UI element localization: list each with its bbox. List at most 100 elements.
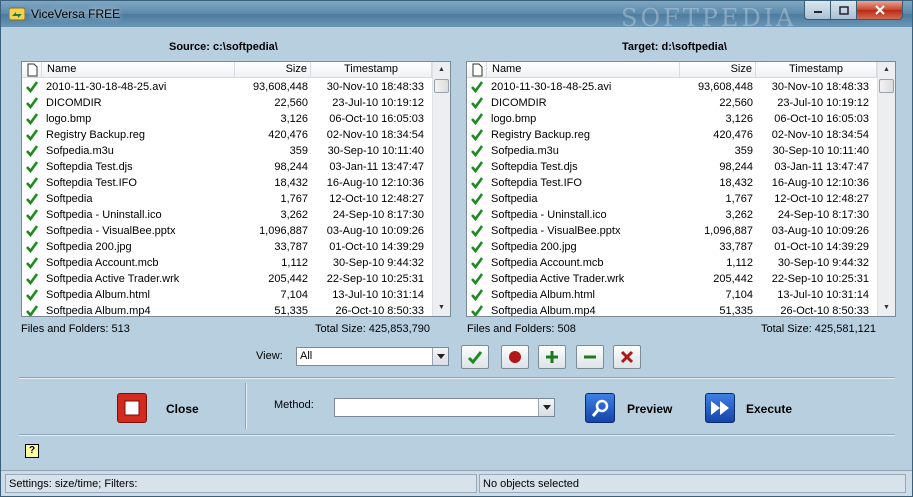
filter-equal-button[interactable]	[461, 345, 489, 369]
circle-icon	[509, 351, 521, 363]
table-row[interactable]: Softpedia - Uninstall.ico 3,262 24-Sep-10 …	[467, 207, 877, 223]
header-size[interactable]: Size	[235, 62, 311, 78]
file-timestamp: 26-Oct-10 8:50:33	[780, 305, 869, 317]
file-name: Softpedia	[491, 193, 538, 205]
check-icon	[26, 81, 38, 93]
filter-missing-button[interactable]	[576, 345, 604, 369]
filter-different-button[interactable]	[501, 345, 529, 369]
table-row[interactable]: DICOMDIR 22,560 23-Jul-10 10:19:12	[467, 95, 877, 111]
file-size: 3,262	[280, 209, 308, 221]
header-timestamp[interactable]: Timestamp	[311, 62, 432, 78]
header-name[interactable]: Name	[42, 62, 235, 78]
help-icon[interactable]: ?	[25, 444, 39, 458]
separator-top	[19, 377, 895, 379]
scroll-thumb[interactable]	[434, 79, 449, 93]
table-row[interactable]: Softpedia Active Trader.wrk 205,442 22-Sep…	[467, 271, 877, 287]
header-icon-column[interactable]	[467, 62, 487, 78]
file-name: Softpedia - VisualBee.pptx	[46, 225, 176, 237]
close-button-icon[interactable]	[117, 393, 147, 423]
preview-button-icon[interactable]	[585, 393, 615, 423]
table-row[interactable]: Softpedia Album.mp4 51,335 26-Oct-10 8:50:…	[22, 303, 432, 316]
table-row[interactable]: Softpedia Album.html 7,104 13-Jul-10 10:31…	[22, 287, 432, 303]
header-size[interactable]: Size	[680, 62, 756, 78]
check-icon	[26, 193, 38, 205]
file-name: Sofpedia.m3u	[491, 145, 559, 157]
file-timestamp: 16-Aug-10 12:10:36	[326, 177, 424, 189]
check-icon	[26, 289, 38, 301]
table-row[interactable]: Softpedia 200.jpg 33,787 01-Oct-10 14:39:2…	[22, 239, 432, 255]
minimize-button[interactable]	[804, 1, 831, 20]
check-icon	[471, 113, 483, 125]
scroll-up-arrow[interactable]: ▲	[878, 62, 895, 78]
file-size: 7,104	[280, 289, 308, 301]
table-row[interactable]: Softepdia Test.IFO 18,432 16-Aug-10 12:10:…	[467, 175, 877, 191]
close-button[interactable]: Close	[166, 402, 199, 416]
table-row[interactable]: Softpedia - VisualBee.pptx 1,096,887 03-Au…	[22, 223, 432, 239]
check-icon	[471, 193, 483, 205]
target-scrollbar[interactable]: ▲ ▼	[877, 62, 895, 316]
table-row[interactable]: Registry Backup.reg 420,476 02-Nov-10 18:3…	[22, 127, 432, 143]
table-row[interactable]: Softpedia - Uninstall.ico 3,262 24-Sep-10 …	[22, 207, 432, 223]
source-scrollbar[interactable]: ▲ ▼	[432, 62, 450, 316]
file-size: 98,244	[274, 161, 308, 173]
preview-button[interactable]: Preview	[627, 402, 672, 416]
table-row[interactable]: 2010-11-30-18-48-25.avi 93,608,448 30-Nov-…	[22, 79, 432, 95]
filter-new-button[interactable]	[538, 345, 566, 369]
table-row[interactable]: Sofpedia.m3u 359 30-Sep-10 10:11:40	[22, 143, 432, 159]
table-row[interactable]: Softpedia Account.mcb 1,112 30-Sep-10 9:44…	[467, 255, 877, 271]
file-size: 98,244	[719, 161, 753, 173]
table-row[interactable]: Softepdia Test.djs 98,244 03-Jan-11 13:47:…	[22, 159, 432, 175]
target-file-list[interactable]: Name Size Timestamp 2010-11-30-18-48-25.…	[466, 61, 896, 317]
filter-exclude-button[interactable]	[613, 345, 641, 369]
header-timestamp[interactable]: Timestamp	[756, 62, 877, 78]
table-row[interactable]: logo.bmp 3,126 06-Oct-10 16:05:03	[22, 111, 432, 127]
source-file-list[interactable]: Name Size Timestamp 2010-11-30-18-48-25.…	[21, 61, 451, 317]
table-row[interactable]: Softpedia Album.html 7,104 13-Jul-10 10:31…	[467, 287, 877, 303]
source-list-header: Name Size Timestamp	[22, 62, 432, 78]
file-timestamp: 30-Sep-10 9:44:32	[777, 257, 869, 269]
file-size: 18,432	[274, 177, 308, 189]
table-row[interactable]: logo.bmp 3,126 06-Oct-10 16:05:03	[467, 111, 877, 127]
title-bar[interactable]: ViceVersa FREE SOFTPEDIA	[1, 1, 912, 32]
maximize-button[interactable]	[830, 1, 857, 20]
file-name: Softpedia 200.jpg	[491, 241, 577, 253]
file-size: 1,096,887	[704, 225, 753, 237]
table-row[interactable]: Softpedia 200.jpg 33,787 01-Oct-10 14:39:2…	[467, 239, 877, 255]
check-icon	[26, 209, 38, 221]
table-row[interactable]: Sofpedia.m3u 359 30-Sep-10 10:11:40	[467, 143, 877, 159]
check-icon	[471, 225, 483, 237]
file-name: Sofpedia.m3u	[46, 145, 114, 157]
table-row[interactable]: Softepdia Test.IFO 18,432 16-Aug-10 12:10:…	[22, 175, 432, 191]
view-select[interactable]: All	[296, 347, 449, 366]
scroll-down-arrow[interactable]: ▼	[878, 300, 895, 316]
table-row[interactable]: 2010-11-30-18-48-25.avi 93,608,448 30-Nov-…	[467, 79, 877, 95]
execute-button[interactable]: Execute	[746, 402, 792, 416]
chevron-down-icon[interactable]	[432, 348, 448, 365]
table-row[interactable]: Softpedia - VisualBee.pptx 1,096,887 03-Au…	[467, 223, 877, 239]
file-name: Softpedia Album.mp4	[491, 305, 596, 317]
table-row[interactable]: Softepdia Test.djs 98,244 03-Jan-11 13:47:…	[467, 159, 877, 175]
file-name: logo.bmp	[491, 113, 537, 125]
header-icon-column[interactable]	[22, 62, 42, 78]
table-row[interactable]: Softpedia 1,767 12-Oct-10 12:48:27	[22, 191, 432, 207]
scroll-down-arrow[interactable]: ▼	[433, 300, 450, 316]
close-window-button[interactable]	[856, 1, 903, 20]
table-row[interactable]: Softpedia Album.mp4 51,335 26-Oct-10 8:50:…	[467, 303, 877, 317]
file-name: Softpedia Active Trader.wrk	[491, 273, 625, 285]
scroll-thumb[interactable]	[879, 79, 894, 93]
file-name: Softpedia Active Trader.wrk	[46, 273, 180, 285]
scroll-up-arrow[interactable]: ▲	[433, 62, 450, 78]
method-select[interactable]	[334, 398, 555, 417]
table-row[interactable]: Softpedia 1,767 12-Oct-10 12:48:27	[467, 191, 877, 207]
table-row[interactable]: Registry Backup.reg 420,476 02-Nov-10 18:3…	[467, 127, 877, 143]
table-row[interactable]: Softpedia Active Trader.wrk 205,442 22-Sep…	[22, 271, 432, 287]
header-name[interactable]: Name	[487, 62, 680, 78]
file-size: 1,112	[726, 257, 753, 269]
plus-icon	[546, 351, 558, 363]
table-row[interactable]: Softpedia Account.mcb 1,112 30-Sep-10 9:44…	[22, 255, 432, 271]
execute-button-icon[interactable]	[705, 393, 735, 423]
table-row[interactable]: DICOMDIR 22,560 23-Jul-10 10:19:12	[22, 95, 432, 111]
file-name: Softepdia Test.djs	[46, 161, 133, 173]
file-name: Softpedia Account.mcb	[46, 257, 159, 269]
chevron-down-icon[interactable]	[538, 399, 554, 416]
